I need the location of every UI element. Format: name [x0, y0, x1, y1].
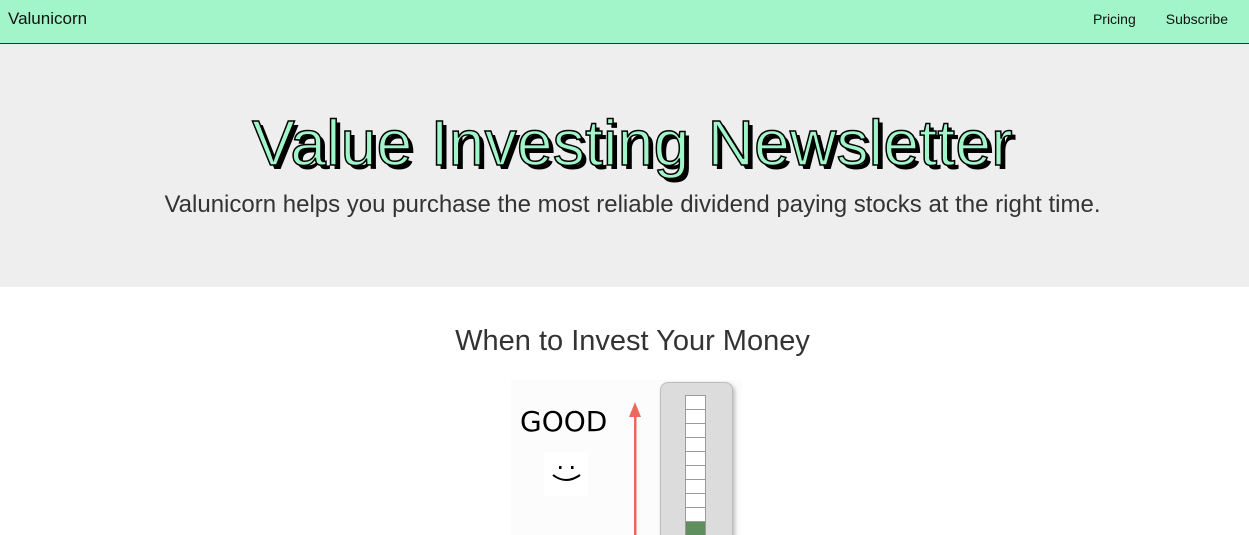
- smiley-face-icon: [544, 452, 588, 496]
- top-navbar: Valunicorn Pricing Subscribe: [0, 0, 1249, 44]
- smiley-right-eye: [571, 466, 574, 469]
- smiley-mouth: [552, 474, 581, 481]
- meter-gauge-segment: [685, 479, 706, 493]
- meter-gauge: [660, 382, 733, 535]
- meter-gauge-segment: [685, 409, 706, 423]
- meter-gauge-segment: [685, 493, 706, 507]
- up-arrow-icon: [628, 402, 642, 535]
- hero-title: Value Investing Newsletter: [251, 107, 1013, 179]
- up-arrow-shaft: [634, 415, 637, 535]
- smiley-face-svg: [552, 466, 581, 481]
- smiley-left-eye: [559, 466, 562, 469]
- meter-gauge-segment: [685, 423, 706, 437]
- meter-status-label: GOOD: [520, 405, 608, 438]
- brand-link[interactable]: Valunicorn: [8, 9, 87, 29]
- investment-meter: GOOD: [511, 380, 742, 535]
- meter-gauge-segment: [685, 395, 706, 409]
- hero-subtitle: Valunicorn helps you purchase the most r…: [164, 191, 1101, 218]
- meter-gauge-segment: [685, 451, 706, 465]
- up-arrow-head: [629, 402, 641, 417]
- meter-gauge-segment: [685, 507, 706, 521]
- nav-subscribe-link[interactable]: Subscribe: [1166, 11, 1228, 27]
- meter-gauge-column: [685, 395, 706, 535]
- up-arrow-svg: [629, 402, 641, 535]
- section-title: When to Invest Your Money: [455, 325, 810, 357]
- meter-gauge-segment: [685, 521, 706, 535]
- meter-gauge-segment: [685, 465, 706, 479]
- nav-pricing-link[interactable]: Pricing: [1093, 11, 1136, 27]
- meter-gauge-segment: [685, 437, 706, 451]
- hero-banner: Value Investing Newsletter Valunicorn he…: [0, 44, 1249, 287]
- nav-links: Pricing Subscribe: [1093, 11, 1228, 27]
